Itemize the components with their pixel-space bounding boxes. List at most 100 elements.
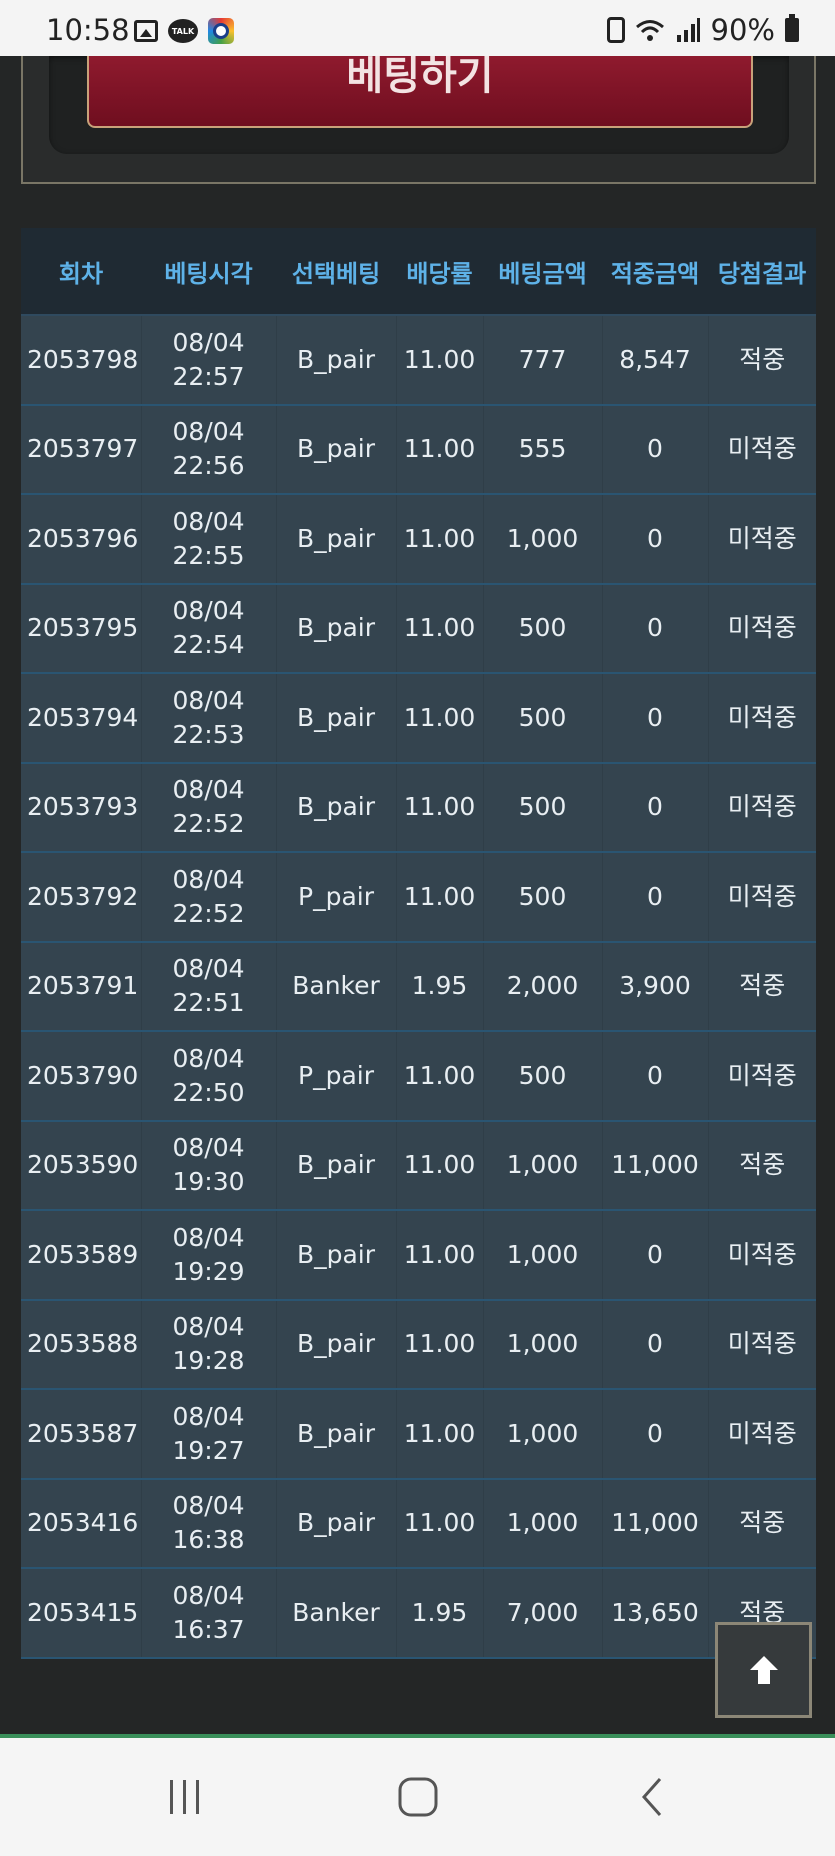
payout-cell: 0: [602, 673, 709, 764]
bet-date: 08/04: [172, 1222, 245, 1252]
round-cell: 2053588: [21, 1299, 142, 1390]
bet-amount-cell: 1,000: [483, 1210, 603, 1301]
scroll-top-button[interactable]: [715, 1622, 812, 1718]
bet-time-cell: 08/04 19:28: [141, 1299, 277, 1390]
payout-cell: 0: [602, 1389, 709, 1480]
pick-cell: Banker: [276, 1568, 397, 1659]
table-row: 2053588 08/04 19:28 B_pair 11.00 1,000 0 미적중: [21, 1299, 816, 1390]
round-cell: 2053792: [21, 852, 142, 943]
table-row: 2053791 08/04 22:51 Banker 1.95 2,000 3,900 적중: [21, 941, 816, 1032]
bet-date: 08/04: [172, 1491, 245, 1521]
place-bet-button[interactable]: 베팅하기: [87, 56, 753, 128]
result-cell: 미적중: [708, 1389, 816, 1480]
system-icons: 90%: [606, 13, 799, 47]
result-cell: 적중: [708, 1478, 816, 1569]
pick-cell: B_pair: [276, 1478, 397, 1569]
bet-time-cell: 08/04 22:53: [141, 673, 277, 764]
bet-time: 22:53: [172, 719, 245, 749]
header-pick: 선택베팅: [276, 228, 396, 316]
table-row: 2053795 08/04 22:54 B_pair 11.00 500 0 미적중: [21, 583, 816, 674]
round-cell: 2053798: [21, 315, 142, 406]
bet-time: 19:27: [172, 1435, 245, 1465]
result-cell: 미적중: [708, 1031, 816, 1122]
payout-cell: 0: [602, 1031, 709, 1122]
bet-panel-inner: 베팅하기: [49, 56, 789, 154]
header-round: 회차: [21, 228, 141, 316]
header-bet-amount: 베팅금액: [483, 228, 602, 316]
bet-amount-cell: 500: [483, 1031, 603, 1122]
bet-date: 08/04: [172, 1580, 245, 1610]
back-button[interactable]: [622, 1772, 682, 1822]
bet-amount-cell: 1,000: [483, 1299, 603, 1390]
odds-cell: 11.00: [396, 852, 484, 943]
payout-cell: 0: [602, 404, 709, 495]
bet-amount-cell: 7,000: [483, 1568, 603, 1659]
table-row: 2053790 08/04 22:50 P_pair 11.00 500 0 미적중: [21, 1031, 816, 1122]
bet-history-table: 회차 베팅시각 선택베팅 배당률 베팅금액 적중금액 당첨결과 2053798 0…: [21, 228, 816, 1659]
battery-icon: [785, 14, 799, 42]
payout-cell: 11,000: [602, 1120, 709, 1211]
bet-time: 19:30: [172, 1167, 245, 1197]
round-cell: 2053795: [21, 583, 142, 674]
odds-cell: 11.00: [396, 1031, 484, 1122]
round-cell: 2053793: [21, 762, 142, 853]
pick-cell: B_pair: [276, 1389, 397, 1480]
pick-cell: B_pair: [276, 1120, 397, 1211]
bet-time: 22:52: [172, 809, 245, 839]
payout-cell: 8,547: [602, 315, 709, 406]
odds-cell: 1.95: [396, 941, 484, 1032]
result-cell: 미적중: [708, 1299, 816, 1390]
odds-cell: 11.00: [396, 1210, 484, 1301]
system-nav-bar: [0, 1738, 835, 1856]
round-cell: 2053590: [21, 1120, 142, 1211]
odds-cell: 11.00: [396, 494, 484, 585]
home-button[interactable]: [388, 1772, 448, 1822]
table-row: 2053794 08/04 22:53 B_pair 11.00 500 0 미적중: [21, 673, 816, 764]
bet-amount-cell: 500: [483, 852, 603, 943]
bet-time: 22:56: [172, 451, 245, 481]
pick-cell: B_pair: [276, 583, 397, 674]
payout-cell: 0: [602, 583, 709, 674]
bet-amount-cell: 2,000: [483, 941, 603, 1032]
odds-cell: 11.00: [396, 1299, 484, 1390]
table-row: 2053587 08/04 19:27 B_pair 11.00 1,000 0 미적중: [21, 1389, 816, 1480]
pick-cell: P_pair: [276, 852, 397, 943]
bet-time-cell: 08/04 19:30: [141, 1120, 277, 1211]
payout-cell: 0: [602, 762, 709, 853]
bet-time: 19:28: [172, 1346, 245, 1376]
round-cell: 2053796: [21, 494, 142, 585]
bet-time-cell: 08/04 22:50: [141, 1031, 277, 1122]
notification-icons: TALK: [134, 18, 234, 44]
bet-amount-cell: 1,000: [483, 1478, 603, 1569]
table-row: 2053792 08/04 22:52 P_pair 11.00 500 0 미적중: [21, 852, 816, 943]
map-icon: [208, 18, 234, 44]
bet-date: 08/04: [172, 1312, 245, 1342]
bet-amount-cell: 500: [483, 762, 603, 853]
header-payout: 적중금액: [602, 228, 708, 316]
bet-panel: 베팅하기: [21, 56, 816, 184]
signal-icon: [676, 18, 700, 42]
payout-cell: 11,000: [602, 1478, 709, 1569]
bet-time-cell: 08/04 22:54: [141, 583, 277, 674]
odds-cell: 1.95: [396, 1568, 484, 1659]
bet-date: 08/04: [172, 1043, 245, 1073]
round-cell: 2053587: [21, 1389, 142, 1480]
odds-cell: 11.00: [396, 673, 484, 764]
round-cell: 2053797: [21, 404, 142, 495]
bet-amount-cell: 1,000: [483, 1120, 603, 1211]
bet-time: 22:50: [172, 1077, 245, 1107]
bet-time-cell: 08/04 16:38: [141, 1478, 277, 1569]
result-cell: 적중: [708, 315, 816, 406]
bet-amount-cell: 500: [483, 583, 603, 674]
battery-percent: 90%: [710, 13, 775, 47]
bet-time-cell: 08/04 22:52: [141, 852, 277, 943]
header-odds: 배당률: [396, 228, 483, 316]
pick-cell: P_pair: [276, 1031, 397, 1122]
payout-cell: 0: [602, 494, 709, 585]
table-row: 2053796 08/04 22:55 B_pair 11.00 1,000 0 미적중: [21, 494, 816, 585]
recent-apps-button[interactable]: [155, 1772, 215, 1822]
bet-time: 22:51: [172, 988, 245, 1018]
result-cell: 미적중: [708, 494, 816, 585]
pick-cell: B_pair: [276, 494, 397, 585]
header-bet-time: 베팅시각: [141, 228, 276, 316]
